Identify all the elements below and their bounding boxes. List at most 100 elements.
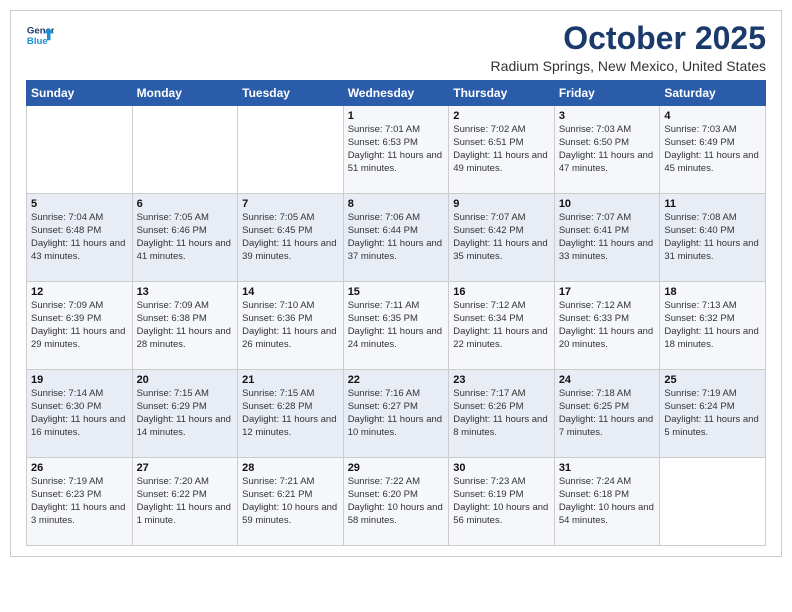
day-number: 27 <box>137 462 234 474</box>
svg-text:Blue: Blue <box>27 36 48 47</box>
day-cell: 4Sunrise: 7:03 AM Sunset: 6:49 PM Daylig… <box>660 106 766 194</box>
day-info: Sunrise: 7:15 AM Sunset: 6:28 PM Dayligh… <box>242 388 339 439</box>
week-row-5: 26 Sunrise: 7:19 AM Sunset: 6:23 PM Dayli… <box>27 458 766 546</box>
col-tuesday: Tuesday <box>238 81 344 106</box>
day-number: 29 <box>348 462 445 474</box>
month-title: October 2025 <box>491 21 766 56</box>
day-cell: 17 Sunrise: 7:12 AM Sunset: 6:33 PM Dayli… <box>554 282 660 370</box>
day-cell: 25Sunrise: 7:19 AM Sunset: 6:24 PM Dayli… <box>660 370 766 458</box>
header: General Blue General Blue October 2025 R… <box>26 21 766 74</box>
day-number: 31 <box>559 462 656 474</box>
day-number: 20 <box>137 374 234 386</box>
day-number: 7 <box>242 198 339 210</box>
day-number: 17 <box>559 286 656 298</box>
col-thursday: Thursday <box>449 81 555 106</box>
day-info: Sunrise: 7:05 AM Sunset: 6:46 PM Dayligh… <box>137 212 234 263</box>
day-cell: 23 Sunrise: 7:17 AM Sunset: 6:26 PM Dayli… <box>449 370 555 458</box>
day-number: 13 <box>137 286 234 298</box>
logo: General Blue General Blue <box>26 21 54 49</box>
day-info: Sunrise: 7:07 AM Sunset: 6:42 PM Dayligh… <box>453 212 550 263</box>
day-number: 8 <box>348 198 445 210</box>
logo-icon: General Blue <box>26 21 54 49</box>
day-cell: 15 Sunrise: 7:11 AM Sunset: 6:35 PM Dayli… <box>343 282 449 370</box>
day-cell: 14 Sunrise: 7:10 AM Sunset: 6:36 PM Dayli… <box>238 282 344 370</box>
day-cell: 30 Sunrise: 7:23 AM Sunset: 6:19 PM Dayli… <box>449 458 555 546</box>
day-cell: 27 Sunrise: 7:20 AM Sunset: 6:22 PM Dayli… <box>132 458 238 546</box>
day-number: 10 <box>559 198 656 210</box>
col-monday: Monday <box>132 81 238 106</box>
day-number: 9 <box>453 198 550 210</box>
day-number: 1 <box>348 110 445 122</box>
day-info: Sunrise: 7:15 AM Sunset: 6:29 PM Dayligh… <box>137 388 234 439</box>
day-cell: 13 Sunrise: 7:09 AM Sunset: 6:38 PM Dayli… <box>132 282 238 370</box>
day-info: Sunrise: 7:10 AM Sunset: 6:36 PM Dayligh… <box>242 300 339 351</box>
day-info: Sunrise: 7:01 AM Sunset: 6:53 PM Dayligh… <box>348 124 445 175</box>
day-cell: 19 Sunrise: 7:14 AM Sunset: 6:30 PM Dayli… <box>27 370 133 458</box>
calendar-body: 1 Sunrise: 7:01 AM Sunset: 6:53 PM Daylig… <box>27 106 766 546</box>
day-cell: 9 Sunrise: 7:07 AM Sunset: 6:42 PM Daylig… <box>449 194 555 282</box>
day-number: 14 <box>242 286 339 298</box>
day-cell: 2Sunrise: 7:02 AM Sunset: 6:51 PM Daylig… <box>449 106 555 194</box>
day-info: Sunrise: 7:02 AM Sunset: 6:51 PM Dayligh… <box>453 124 550 175</box>
day-cell: 28Sunrise: 7:21 AM Sunset: 6:21 PM Dayli… <box>238 458 344 546</box>
day-cell: 10Sunrise: 7:07 AM Sunset: 6:41 PM Dayli… <box>554 194 660 282</box>
day-cell: 3Sunrise: 7:03 AM Sunset: 6:50 PM Daylig… <box>554 106 660 194</box>
day-cell: 20 Sunrise: 7:15 AM Sunset: 6:29 PM Dayli… <box>132 370 238 458</box>
day-cell: 21 Sunrise: 7:15 AM Sunset: 6:28 PM Dayli… <box>238 370 344 458</box>
day-number: 26 <box>31 462 128 474</box>
day-cell: 12Sunrise: 7:09 AM Sunset: 6:39 PM Dayli… <box>27 282 133 370</box>
day-info: Sunrise: 7:12 AM Sunset: 6:33 PM Dayligh… <box>559 300 656 351</box>
day-number: 5 <box>31 198 128 210</box>
day-cell: 24Sunrise: 7:18 AM Sunset: 6:25 PM Dayli… <box>554 370 660 458</box>
day-info: Sunrise: 7:14 AM Sunset: 6:30 PM Dayligh… <box>31 388 128 439</box>
day-cell: 5Sunrise: 7:04 AM Sunset: 6:48 PM Daylig… <box>27 194 133 282</box>
day-info: Sunrise: 7:09 AM Sunset: 6:39 PM Dayligh… <box>31 300 128 351</box>
day-info: Sunrise: 7:22 AM Sunset: 6:20 PM Dayligh… <box>348 476 445 527</box>
day-number: 22 <box>348 374 445 386</box>
day-cell: 26 Sunrise: 7:19 AM Sunset: 6:23 PM Dayli… <box>27 458 133 546</box>
day-cell: 6 Sunrise: 7:05 AM Sunset: 6:46 PM Daylig… <box>132 194 238 282</box>
day-info: Sunrise: 7:11 AM Sunset: 6:35 PM Dayligh… <box>348 300 445 351</box>
day-number: 18 <box>664 286 761 298</box>
day-number: 19 <box>31 374 128 386</box>
col-saturday: Saturday <box>660 81 766 106</box>
week-row-3: 12Sunrise: 7:09 AM Sunset: 6:39 PM Dayli… <box>27 282 766 370</box>
day-number: 11 <box>664 198 761 210</box>
day-info: Sunrise: 7:08 AM Sunset: 6:40 PM Dayligh… <box>664 212 761 263</box>
day-number: 21 <box>242 374 339 386</box>
day-number: 23 <box>453 374 550 386</box>
day-cell: 8Sunrise: 7:06 AM Sunset: 6:44 PM Daylig… <box>343 194 449 282</box>
title-block: October 2025 Radium Springs, New Mexico,… <box>491 21 766 74</box>
day-cell <box>660 458 766 546</box>
day-info: Sunrise: 7:17 AM Sunset: 6:26 PM Dayligh… <box>453 388 550 439</box>
day-number: 4 <box>664 110 761 122</box>
day-cell: 18Sunrise: 7:13 AM Sunset: 6:32 PM Dayli… <box>660 282 766 370</box>
day-info: Sunrise: 7:20 AM Sunset: 6:22 PM Dayligh… <box>137 476 234 527</box>
day-info: Sunrise: 7:24 AM Sunset: 6:18 PM Dayligh… <box>559 476 656 527</box>
location-subtitle: Radium Springs, New Mexico, United State… <box>491 58 766 74</box>
day-cell: 7 Sunrise: 7:05 AM Sunset: 6:45 PM Daylig… <box>238 194 344 282</box>
week-row-1: 1 Sunrise: 7:01 AM Sunset: 6:53 PM Daylig… <box>27 106 766 194</box>
day-info: Sunrise: 7:19 AM Sunset: 6:23 PM Dayligh… <box>31 476 128 527</box>
day-cell: 31 Sunrise: 7:24 AM Sunset: 6:18 PM Dayli… <box>554 458 660 546</box>
day-number: 16 <box>453 286 550 298</box>
day-info: Sunrise: 7:12 AM Sunset: 6:34 PM Dayligh… <box>453 300 550 351</box>
week-row-4: 19 Sunrise: 7:14 AM Sunset: 6:30 PM Dayli… <box>27 370 766 458</box>
day-info: Sunrise: 7:18 AM Sunset: 6:25 PM Dayligh… <box>559 388 656 439</box>
day-info: Sunrise: 7:23 AM Sunset: 6:19 PM Dayligh… <box>453 476 550 527</box>
day-number: 30 <box>453 462 550 474</box>
day-cell: 22Sunrise: 7:16 AM Sunset: 6:27 PM Dayli… <box>343 370 449 458</box>
day-number: 6 <box>137 198 234 210</box>
day-number: 25 <box>664 374 761 386</box>
day-info: Sunrise: 7:05 AM Sunset: 6:45 PM Dayligh… <box>242 212 339 263</box>
day-info: Sunrise: 7:09 AM Sunset: 6:38 PM Dayligh… <box>137 300 234 351</box>
day-number: 3 <box>559 110 656 122</box>
day-cell <box>27 106 133 194</box>
day-cell <box>132 106 238 194</box>
col-friday: Friday <box>554 81 660 106</box>
day-number: 15 <box>348 286 445 298</box>
week-row-2: 5Sunrise: 7:04 AM Sunset: 6:48 PM Daylig… <box>27 194 766 282</box>
col-wednesday: Wednesday <box>343 81 449 106</box>
day-cell <box>238 106 344 194</box>
day-cell: 29 Sunrise: 7:22 AM Sunset: 6:20 PM Dayli… <box>343 458 449 546</box>
